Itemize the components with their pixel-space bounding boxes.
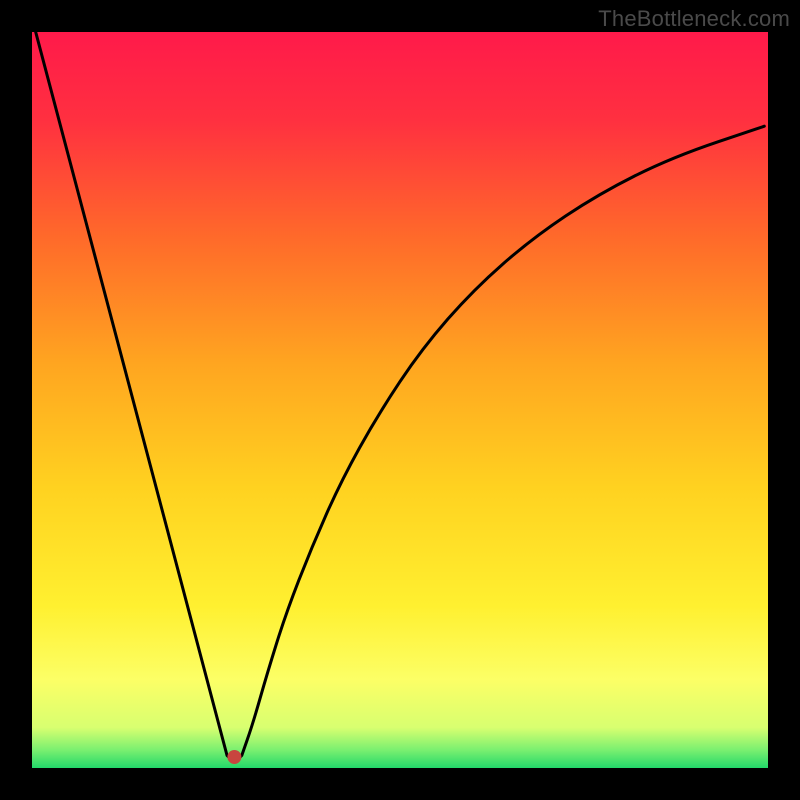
optimal-point-marker (227, 750, 241, 764)
chart-svg (32, 32, 768, 768)
chart-frame (32, 32, 768, 768)
chart-background (32, 32, 768, 768)
watermark-text: TheBottleneck.com (598, 6, 790, 32)
